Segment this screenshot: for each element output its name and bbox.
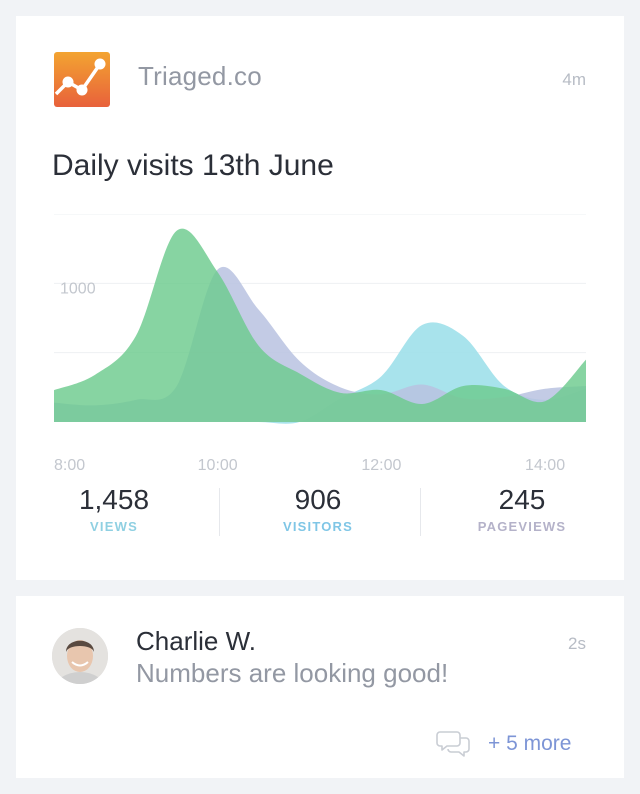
comment-timestamp: 2s <box>568 634 586 653</box>
stat-divider <box>420 488 421 536</box>
stat-divider <box>219 488 220 536</box>
stat-visitors-value: 906 <box>294 484 342 515</box>
x-tick-label: 14:00 <box>525 457 565 474</box>
stat-views-label: VIEWS <box>90 519 138 534</box>
stat-views-value: 1,458 <box>78 484 150 515</box>
y-tick-label: 1000 <box>60 280 96 297</box>
app-logo-icon <box>54 52 110 107</box>
daily-visits-chart: 1000 8:00 10:00 12:00 14:00 <box>54 214 586 474</box>
stat-visitors-label: VISITORS <box>282 519 354 534</box>
stat-pageviews-label: PAGEVIEWS <box>477 519 567 534</box>
comment-icon[interactable] <box>436 728 470 760</box>
x-tick-label: 10:00 <box>198 457 238 474</box>
chart-title: Daily visits 13th June <box>52 149 334 182</box>
comment-message: Numbers are looking good! <box>136 658 449 688</box>
more-comments-link[interactable]: + 5 more <box>488 732 571 756</box>
x-tick-label: 8:00 <box>54 457 85 474</box>
x-tick-label: 12:00 <box>361 457 401 474</box>
stat-pageviews-value: 245 <box>498 484 546 515</box>
comment-author[interactable]: Charlie W. <box>136 626 256 657</box>
comment-card: Charlie W. Numbers are looking good! 2s … <box>16 596 624 778</box>
stat-views: 1,458 VIEWS <box>54 484 174 534</box>
stat-pageviews: 245 PAGEVIEWS <box>462 484 582 534</box>
analytics-card: Triaged.co 4m Daily visits 13th June 100… <box>16 16 624 580</box>
avatar[interactable] <box>52 628 108 684</box>
app-name[interactable]: Triaged.co <box>138 61 262 92</box>
stat-visitors: 906 VISITORS <box>252 484 384 534</box>
series-green-area <box>54 228 586 422</box>
post-timestamp: 4m <box>562 70 586 89</box>
